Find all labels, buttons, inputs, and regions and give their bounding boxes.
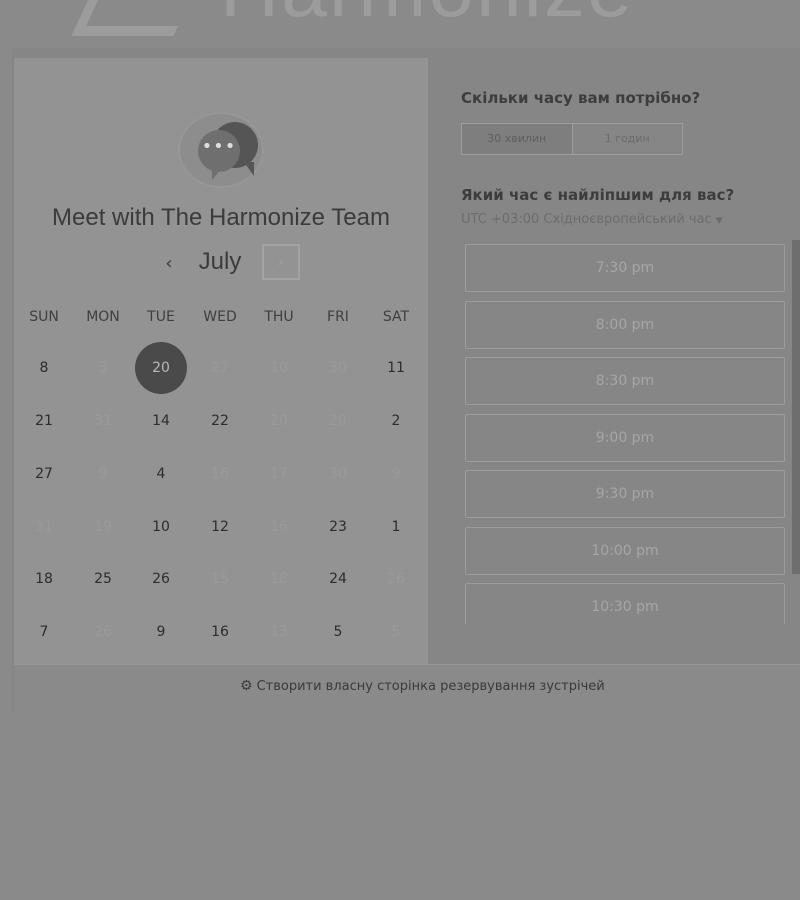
weekday-sun: SUN: [29, 309, 59, 325]
time-slot-button[interactable]: 9:00 pm: [465, 413, 785, 462]
calendar-day[interactable]: 23: [312, 501, 364, 553]
calendar-day[interactable]: 7: [18, 606, 70, 658]
weekday-thu: THU: [264, 309, 294, 325]
time-slot-button[interactable]: 10:30 pm: [465, 583, 785, 624]
calendar-day[interactable]: 21: [18, 395, 70, 447]
chat-avatar-icon: •••: [178, 112, 264, 188]
calendar-day: 20: [270, 413, 288, 429]
scrollbar-thumb[interactable]: [792, 240, 800, 574]
calendar-day: 26: [94, 624, 112, 640]
logo-mark-icon: [71, 0, 211, 36]
calendar-day: 5: [391, 624, 401, 640]
month-navigation: ‹ July ›: [14, 244, 428, 284]
calendar-day: 31: [35, 519, 53, 535]
calendar-day[interactable]: 5: [312, 606, 364, 658]
calendar-day: 3: [98, 360, 108, 376]
calendar-day[interactable]: 12: [194, 501, 246, 553]
previous-month-button[interactable]: ‹: [154, 250, 184, 278]
calendar-day[interactable]: 10: [135, 501, 187, 553]
harmonize-logo: Harmonize: [71, 0, 634, 36]
calendar-day: 9: [391, 466, 401, 482]
calendar-day[interactable]: 16: [194, 606, 246, 658]
weekday-tue: TUE: [147, 309, 175, 325]
time-question: Який час є найліпшим для вас?: [461, 186, 735, 204]
calendar-day: 31: [94, 413, 112, 429]
calendar-day[interactable]: 9: [135, 606, 187, 658]
calendar-day: 30: [329, 360, 347, 376]
time-slot-button[interactable]: 8:00 pm: [465, 300, 785, 349]
calendar-day: 10: [270, 360, 288, 376]
calendar-day: 26: [387, 571, 405, 587]
chevron-down-icon: ▼: [715, 216, 723, 226]
duration-selector: 30 хвилин 1 годин: [461, 123, 683, 155]
logo-text: Harmonize: [220, 0, 634, 34]
calendar-day: 9: [98, 466, 108, 482]
calendar-day[interactable]: 14: [135, 395, 187, 447]
timezone-label: UTC +03:00 Східноєвропейський час: [461, 212, 712, 227]
month-label: July: [198, 248, 242, 275]
calendar-day[interactable]: 1: [370, 501, 422, 553]
calendar-day[interactable]: 18: [18, 553, 70, 605]
calendar-day[interactable]: 8: [18, 342, 70, 394]
calendar-day[interactable]: 4: [135, 448, 187, 500]
calendar-day: 15: [211, 571, 229, 587]
calendar-day[interactable]: 26: [135, 553, 187, 605]
calendar-day: 30: [329, 466, 347, 482]
calendar-day: 13: [270, 624, 288, 640]
hubspot-icon: ⚙: [240, 678, 253, 694]
calendar-day: 27: [211, 360, 229, 376]
time-slot-list: 7:30 pm 8:00 pm 8:30 pm 9:00 pm 9:30 pm 10:00…: [465, 244, 785, 624]
calendar-day[interactable]: 24: [312, 553, 364, 605]
calendar-day: 17: [270, 466, 288, 482]
calendar-days-grid: 8 3 20 27 10 30 11 21 31 14 22 20 20 2 27 9 4 16 17 30 9 31 19…: [14, 342, 428, 662]
calendar-day: 16: [211, 466, 229, 482]
time-slot-button[interactable]: 9:30 pm: [465, 470, 785, 518]
timezone-selector[interactable]: UTC +03:00 Східноєвропейський час ▼: [461, 212, 723, 227]
weekday-header: SUN MON TUE WED THU FRI SAT: [14, 309, 428, 329]
next-month-button[interactable]: ›: [262, 244, 300, 280]
calendar-day: 20: [329, 413, 347, 429]
weekday-sat: SAT: [382, 309, 410, 325]
calendar-day: 19: [94, 519, 112, 535]
calendar-day: 18: [270, 571, 288, 587]
duration-question: Скільки часу вам потрібно?: [461, 89, 701, 107]
weekday-fri: FRI: [327, 309, 349, 325]
calendar-day: 16: [270, 519, 288, 535]
calendar-day[interactable]: 2: [370, 395, 422, 447]
time-slot-button[interactable]: 10:00 pm: [465, 526, 785, 575]
create-booking-page-label: Створити власну сторінка резервування зу…: [256, 679, 605, 694]
create-booking-page-link[interactable]: ⚙ Створити власну сторінка резервування з…: [240, 678, 605, 694]
calendar-day[interactable]: 25: [77, 553, 129, 605]
duration-30min-option[interactable]: 30 хвилин: [462, 124, 573, 154]
calendar-day[interactable]: 22: [194, 395, 246, 447]
time-slot-button[interactable]: 8:30 pm: [465, 357, 785, 405]
weekday-wed: WED: [203, 309, 237, 325]
weekday-mon: MON: [86, 309, 120, 325]
time-slot-button[interactable]: 7:30 pm: [465, 244, 785, 292]
meeting-title: Meet with The Harmonize Team: [52, 204, 390, 231]
selected-day[interactable]: 20: [135, 342, 187, 394]
calendar-day[interactable]: 11: [370, 342, 422, 394]
calendar-day[interactable]: 27: [18, 448, 70, 500]
duration-1hour-option[interactable]: 1 годин: [573, 124, 683, 154]
